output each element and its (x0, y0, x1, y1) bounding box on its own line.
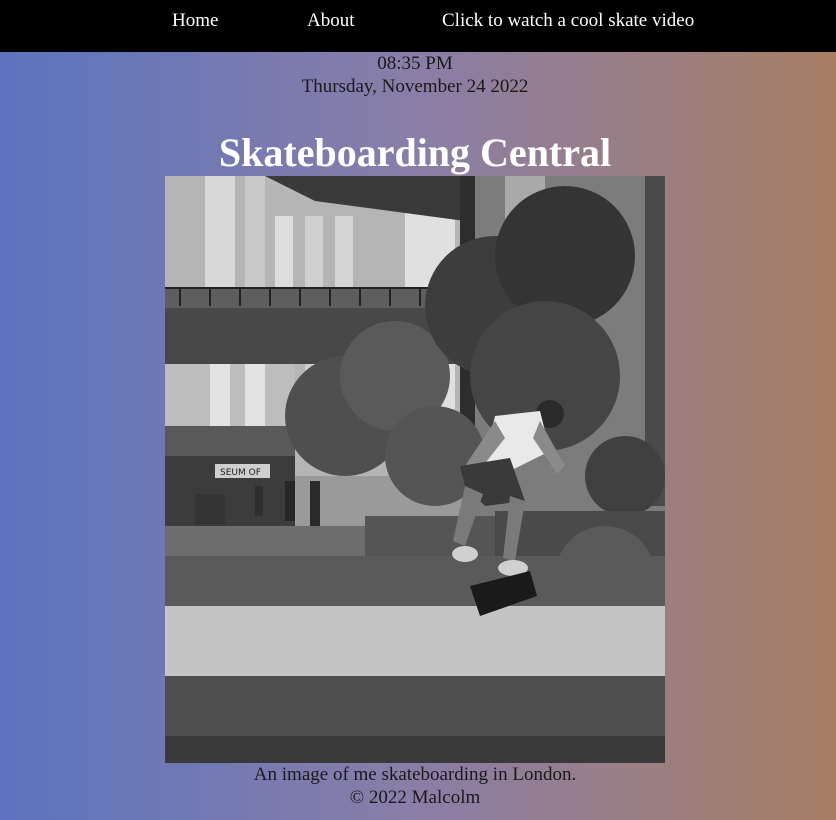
photo-caption: An image of me skateboarding in London. (253, 764, 577, 785)
museum-sign-text: SEUM OF (220, 468, 261, 478)
page-title: Skateboarding Central (218, 130, 612, 175)
footer-copyright: © 2022 Malcolm (349, 787, 481, 808)
nav-about-link[interactable]: About (307, 10, 355, 32)
clock-time: 08:35 PM (377, 53, 453, 74)
navbar: Home About Click to watch a cool skate v… (0, 0, 836, 52)
nav-skate-video-link[interactable]: Click to watch a cool skate video (442, 10, 694, 32)
skateboarding-photo: SEUM OF (165, 176, 665, 763)
clock-date: Thursday, November 24 2022 (301, 76, 529, 97)
nav-home-link[interactable]: Home (172, 10, 218, 32)
